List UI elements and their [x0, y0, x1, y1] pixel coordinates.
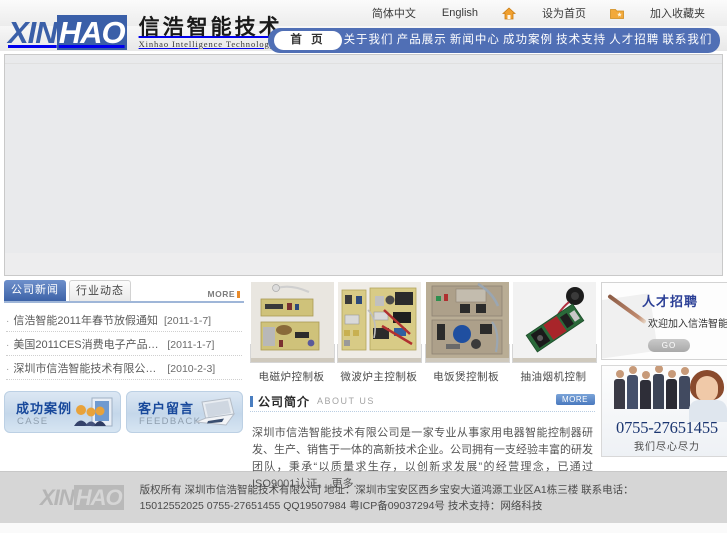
- add-favorite-link[interactable]: 加入收藏夹: [650, 5, 705, 21]
- tab-industry-news[interactable]: 行业动态: [69, 280, 131, 301]
- nav-item-support[interactable]: 技术支持: [555, 31, 608, 50]
- operator-illustration: [688, 370, 727, 422]
- site-header: XINHAO 信浩智能技术 Xinhao Intelligence Techno…: [0, 15, 727, 53]
- product-card[interactable]: 电磁炉控制板: [250, 282, 335, 384]
- product-image: [337, 282, 423, 363]
- nav-item-recruitment[interactable]: 人才招聘: [608, 31, 661, 50]
- quick-link-feedback-label-en: FEEDBACK: [139, 416, 202, 427]
- nav-item-about[interactable]: 关于我们: [342, 31, 395, 50]
- footer-logo-hao: HAO: [73, 484, 124, 510]
- logo-mark: XINHAO: [8, 15, 129, 51]
- news-title: 美国2011CES消费电子产品展览: [13, 339, 162, 351]
- product-caption: 电饭煲控制板: [433, 371, 500, 383]
- about-title-cn: 公司简介: [258, 394, 311, 409]
- product-image: [250, 282, 335, 363]
- product-caption: 抽油烟机控制: [520, 371, 587, 383]
- quick-link-case-label-en: CASE: [17, 416, 49, 427]
- footer-logo-xin: XIN: [40, 484, 75, 510]
- product-image: [424, 282, 510, 363]
- about-more-button[interactable]: MORE: [556, 394, 595, 405]
- set-homepage-link[interactable]: 设为首页: [542, 5, 586, 21]
- site-logo[interactable]: XINHAO 信浩智能技术 Xinhao Intelligence Techno…: [8, 15, 283, 51]
- person-figure: [627, 375, 638, 409]
- product-showcase-row: 电磁炉控制板 微波炉主控制板 电饭煲控制板 抽油烟机控制: [250, 282, 597, 384]
- news-date: [2010-2-3]: [167, 363, 216, 375]
- nav-item-news[interactable]: 新闻中心: [448, 31, 501, 50]
- news-list-item[interactable]: · 深圳市信浩智能技术有限公司正式成立 [2010-2-3]: [6, 359, 242, 380]
- news-list: · 信浩智能2011年春节放假通知 [2011-1-7] · 美国2011CES…: [4, 303, 244, 380]
- news-title: 信浩智能2011年春节放假通知: [13, 315, 158, 327]
- footer-logo: XINHAO: [40, 484, 124, 511]
- bullet-icon: ·: [6, 340, 10, 351]
- folder-star-icon[interactable]: [610, 7, 624, 20]
- person-figure: [640, 380, 651, 409]
- recruitment-go-button[interactable]: GO: [648, 339, 690, 352]
- bullet-icon: ·: [6, 316, 10, 327]
- product-card[interactable]: 抽油烟机控制: [511, 282, 597, 384]
- operator-face: [696, 376, 718, 402]
- nav-item-products[interactable]: 产品展示: [395, 31, 448, 50]
- person-figure: [653, 374, 664, 409]
- product-card[interactable]: 电饭煲控制板: [424, 282, 510, 384]
- person-figure: [614, 379, 625, 409]
- logo-company-names: 信浩智能技术 Xinhao Intelligence Technology: [138, 16, 283, 50]
- nav-item-cases[interactable]: 成功案例: [501, 31, 554, 50]
- nav-item-home[interactable]: 首 页: [274, 31, 342, 50]
- bullet-icon: ·: [6, 364, 10, 375]
- quick-link-feedback[interactable]: 客户留言 FEEDBACK: [126, 391, 243, 433]
- banner-divider: [5, 63, 722, 64]
- more-marker-icon: [237, 291, 240, 298]
- product-image: [511, 282, 597, 363]
- laptop-icon: [194, 396, 236, 430]
- quick-link-case[interactable]: 成功案例 CASE: [4, 391, 121, 433]
- section-marker-icon: [250, 395, 253, 407]
- news-more-label: MORE: [207, 289, 235, 299]
- news-tabs: 公司新闻 行业动态 MORE: [4, 280, 244, 303]
- news-title: 深圳市信浩智能技术有限公司正式成立: [13, 363, 161, 375]
- quick-link-feedback-label-cn: 客户留言: [138, 401, 195, 416]
- about-title-en: ABOUT US: [317, 396, 375, 406]
- right-column: 人才招聘 欢迎加入信浩智能! GO 0755-27651455 我们尽心尽力: [601, 282, 727, 463]
- quick-link-case-label-cn: 成功案例: [16, 401, 73, 416]
- quick-links-row: 成功案例 CASE 客户留言 FEEDBACK: [4, 391, 244, 433]
- company-name-en: Xinhao Intelligence Technology: [138, 39, 275, 50]
- home-icon[interactable]: [501, 6, 517, 20]
- contact-phone-number: 0755-27651455: [616, 418, 718, 437]
- main-navigation: 首 页 关于我们 产品展示 新闻中心 成功案例 技术支持 人才招聘 联系我们: [268, 28, 720, 53]
- product-caption: 电磁炉控制板: [258, 371, 325, 383]
- page-tail: [0, 523, 727, 533]
- footer-contact-text: 版权所有 深圳市信浩智能技术有限公司 地址：深圳市宝安区西乡宝安大道鸿源工业区A…: [139, 483, 634, 512]
- language-link-english[interactable]: English: [442, 7, 478, 19]
- contact-slogan: 我们尽心尽力: [634, 442, 700, 453]
- recruitment-subtitle: 欢迎加入信浩智能!: [648, 319, 727, 330]
- logo-text-hao: HAO: [56, 15, 127, 51]
- nav-item-contact[interactable]: 联系我们: [661, 31, 714, 50]
- tab-company-news[interactable]: 公司新闻: [4, 280, 66, 301]
- banner-flash-placeholder[interactable]: [4, 54, 723, 276]
- banner-bottom-strip: [5, 253, 722, 275]
- logo-text-xin: XIN: [8, 15, 58, 51]
- person-figure: [666, 379, 677, 409]
- news-list-item[interactable]: · 美国2011CES消费电子产品展览 [2011-1-7]: [6, 335, 242, 356]
- news-date: [2011-1-7]: [167, 339, 215, 351]
- team-illustration: [614, 374, 690, 409]
- product-caption: 微波炉主控制板: [340, 371, 418, 383]
- language-link-chinese[interactable]: 简体中文: [372, 5, 416, 21]
- main-content: 公司新闻 行业动态 MORE · 信浩智能2011年春节放假通知 [2011-1…: [0, 276, 727, 490]
- center-column: 电磁炉控制板 微波炉主控制板 电饭煲控制板 抽油烟机控制 公司简介 ABOUT …: [250, 282, 597, 490]
- recruitment-banner[interactable]: 人才招聘 欢迎加入信浩智能! GO: [601, 282, 727, 360]
- contact-banner[interactable]: 0755-27651455 我们尽心尽力: [601, 365, 727, 457]
- left-column: 公司新闻 行业动态 MORE · 信浩智能2011年春节放假通知 [2011-1…: [4, 280, 244, 463]
- recruitment-title: 人才招聘: [642, 294, 699, 309]
- product-card[interactable]: 微波炉主控制板: [337, 282, 423, 384]
- news-list-item[interactable]: · 信浩智能2011年春节放假通知 [2011-1-7]: [6, 311, 242, 332]
- news-more-link[interactable]: MORE: [207, 289, 240, 299]
- company-name-cn: 信浩智能技术: [138, 16, 283, 39]
- about-section-header: 公司简介 ABOUT US MORE: [250, 394, 595, 412]
- case-photos-icon: [72, 396, 114, 430]
- news-date: [2011-1-7]: [164, 315, 212, 327]
